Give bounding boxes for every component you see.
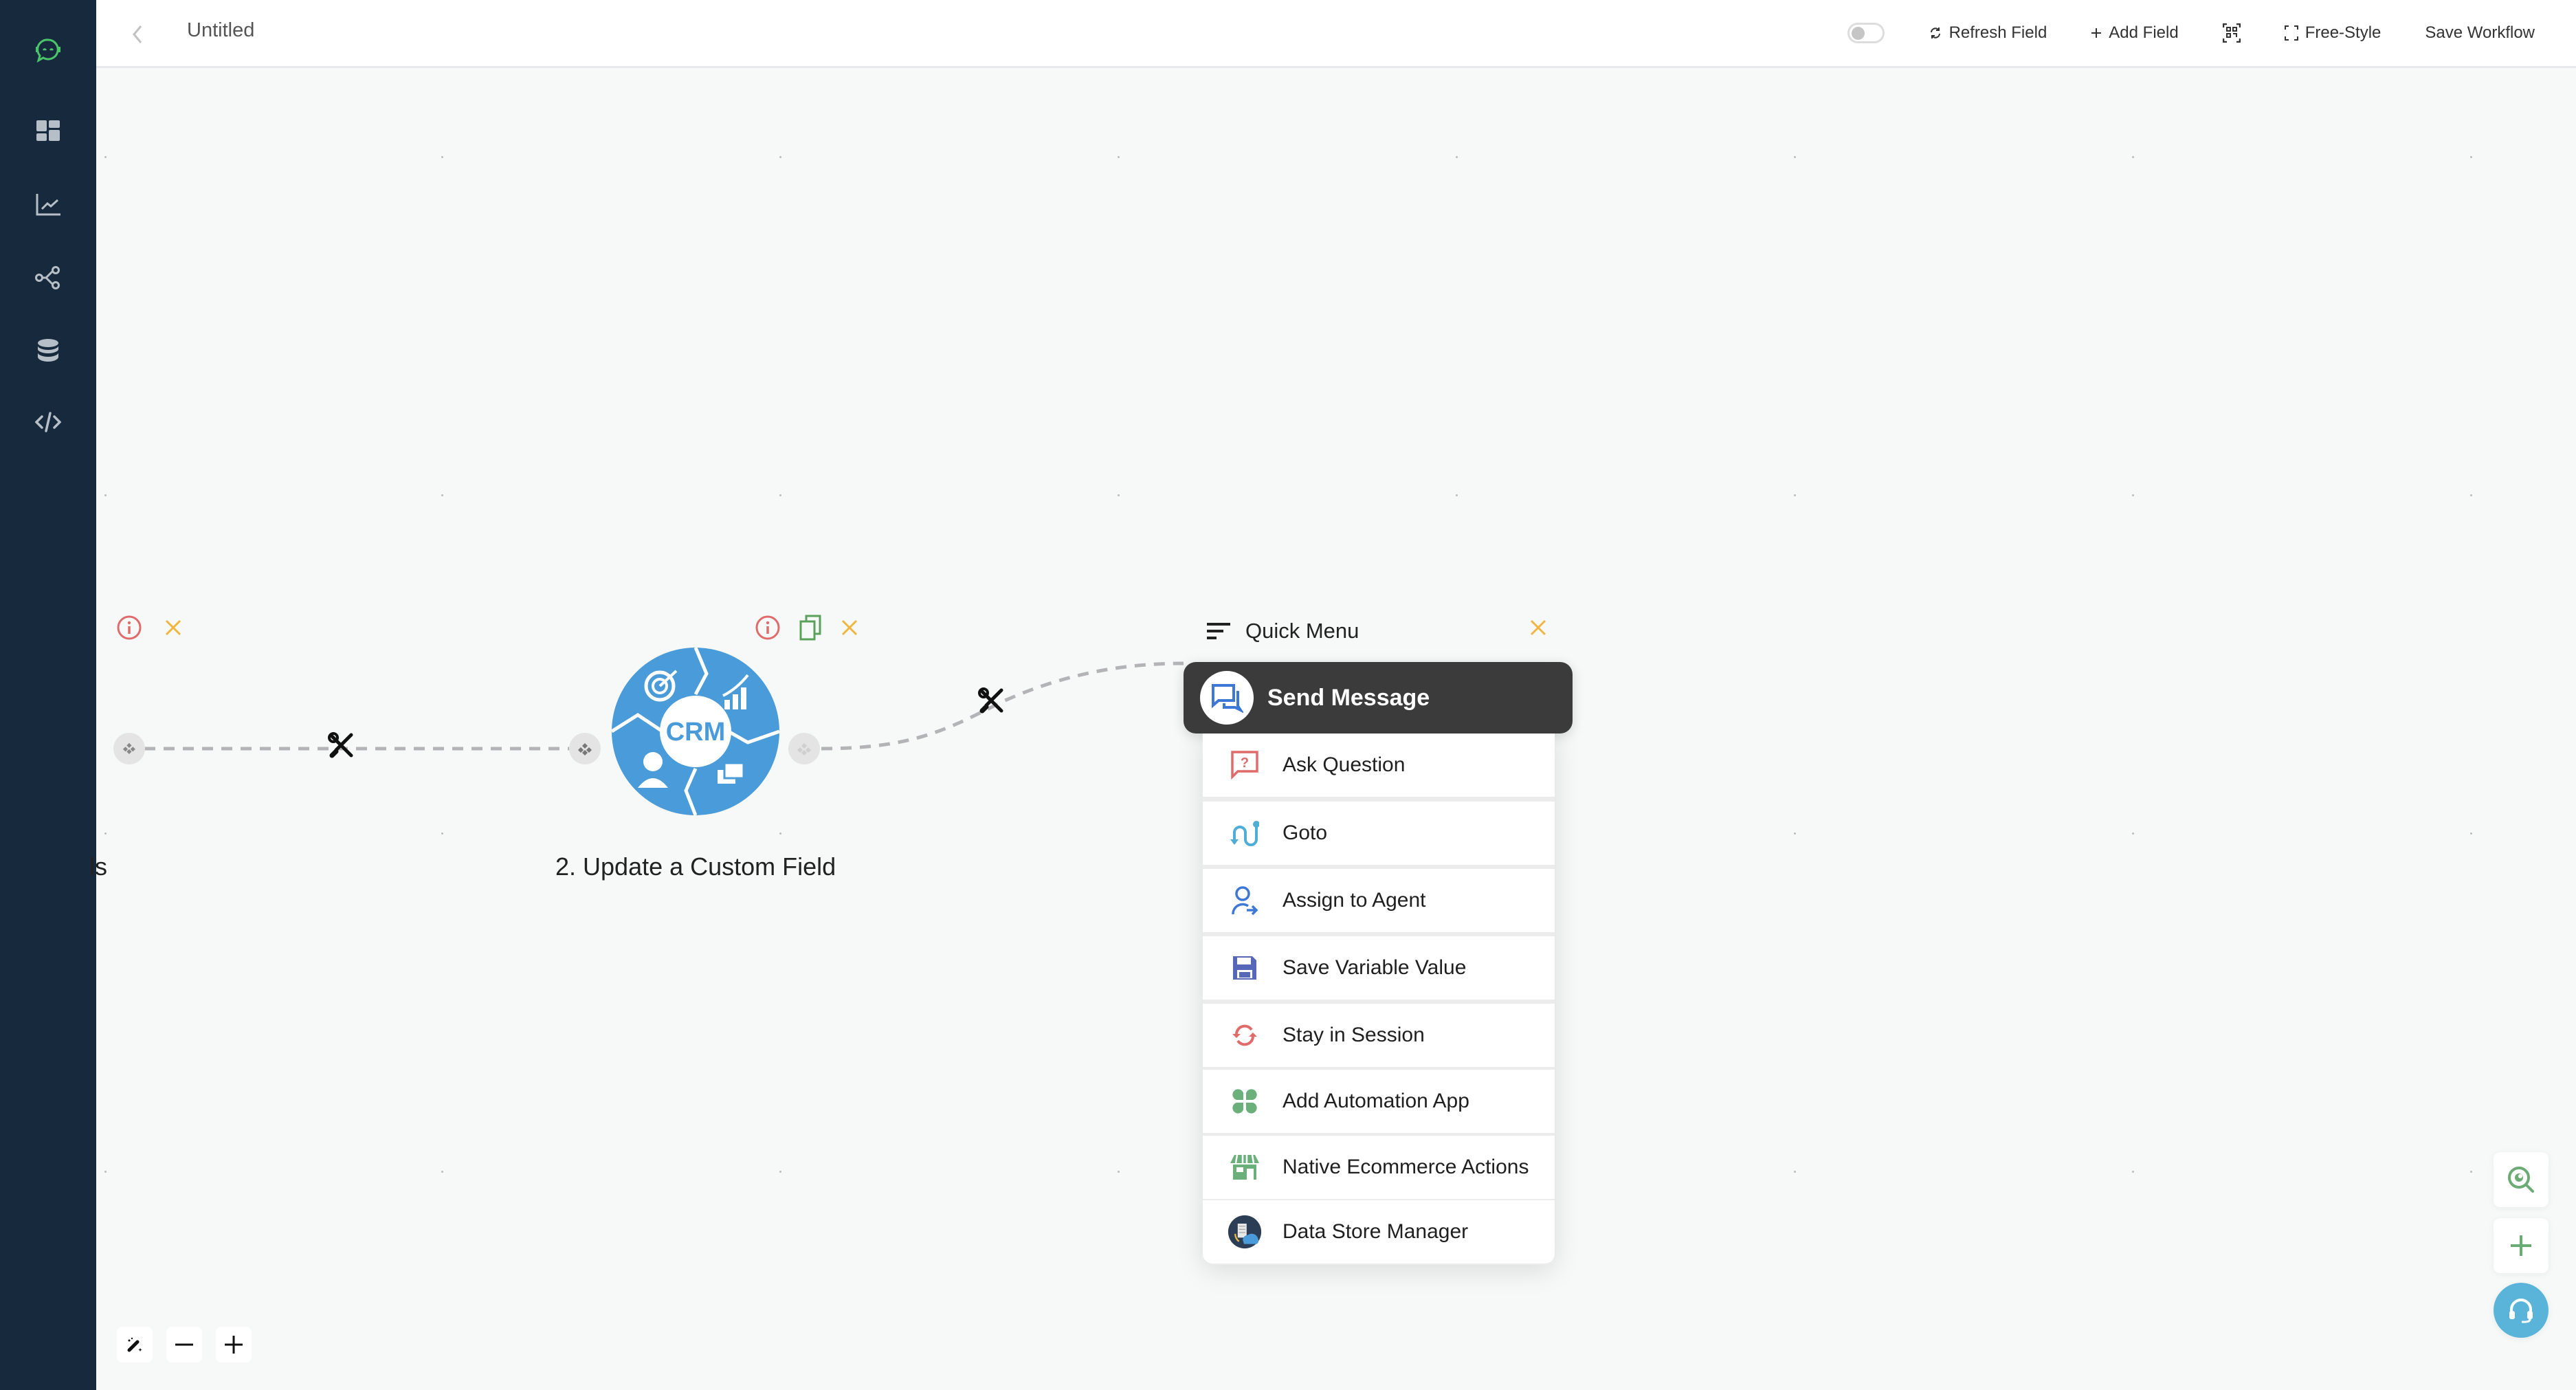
- node-2-copy-button[interactable]: [797, 614, 825, 641]
- quick-menu-item-send-message[interactable]: Send Message: [1184, 662, 1573, 733]
- plus-icon: [225, 1336, 243, 1354]
- info-icon: [117, 615, 142, 640]
- add-node-button[interactable]: [2494, 1218, 2549, 1273]
- quick-menu-close-button[interactable]: [1524, 614, 1552, 641]
- sort-lines-icon: [1207, 623, 1230, 639]
- quick-menu-item-label: Add Automation App: [1283, 1090, 1469, 1112]
- quick-menu-item-label: Native Ecommerce Actions: [1283, 1156, 1529, 1178]
- question-bubble-icon: ?: [1228, 748, 1262, 782]
- minus-icon: [175, 1343, 193, 1346]
- node-1-label[interactable]: ls: [89, 852, 107, 881]
- close-icon: [1530, 619, 1546, 636]
- support-button[interactable]: [2494, 1283, 2549, 1338]
- magic-wand-icon: [127, 1337, 142, 1352]
- zoom-in-button[interactable]: [216, 1327, 252, 1363]
- headset-icon: [2509, 1299, 2533, 1323]
- clover-apps-icon: [1228, 1084, 1262, 1118]
- node-2-info-button[interactable]: [754, 614, 781, 641]
- zoom-out-button[interactable]: [166, 1327, 202, 1363]
- quick-menu-item-label: Assign to Agent: [1283, 889, 1426, 912]
- quick-menu-item-label: Ask Question: [1283, 753, 1406, 776]
- node-2-close-button[interactable]: [836, 614, 863, 641]
- close-icon: [165, 619, 181, 636]
- sync-icon: [1228, 1018, 1262, 1052]
- search-eye-icon: [2508, 1167, 2534, 1193]
- storefront-icon: [1228, 1150, 1262, 1184]
- move-handle-icon: [578, 743, 592, 755]
- send-message-label: Send Message: [1267, 684, 1430, 711]
- tools-icon: [978, 687, 1003, 714]
- node-2-crm-image[interactable]: CRM: [610, 646, 781, 817]
- crm-text: CRM: [666, 718, 726, 747]
- edge-1-settings-button[interactable]: [324, 729, 359, 763]
- quick-menu-item-label: Data Store Manager: [1283, 1220, 1469, 1243]
- close-icon: [841, 619, 858, 636]
- quick-menu-item[interactable]: Data Store Manager: [1203, 1200, 1555, 1264]
- chat-bubbles-icon: [1212, 684, 1243, 714]
- info-icon: [755, 615, 780, 640]
- find-node-button[interactable]: [2494, 1152, 2549, 1207]
- data-store-icon: [1228, 1215, 1262, 1249]
- quick-menu-item[interactable]: Native Ecommerce Actions: [1203, 1136, 1555, 1199]
- quick-menu-item-label: Stay in Session: [1283, 1024, 1425, 1046]
- move-handle-icon: [797, 743, 811, 755]
- quick-menu-item[interactable]: Stay in Session: [1203, 1004, 1555, 1067]
- quick-menu-header: Quick Menu: [1207, 619, 1359, 643]
- svg-text:?: ?: [1241, 755, 1249, 771]
- node-2-input-port[interactable]: [569, 733, 601, 764]
- assign-agent-icon: [1228, 883, 1262, 918]
- quick-menu-item[interactable]: Save Variable Value: [1203, 936, 1555, 1000]
- floppy-disk-icon: [1228, 951, 1262, 985]
- node-2-label[interactable]: 2. Update a Custom Field: [555, 852, 836, 881]
- quick-menu-item[interactable]: ? Ask Question: [1203, 733, 1555, 797]
- send-message-icon-wrap: [1200, 671, 1254, 725]
- plus-icon: [2511, 1235, 2531, 1256]
- quick-menu-item[interactable]: Assign to Agent: [1203, 869, 1555, 932]
- quick-menu-item[interactable]: Add Automation App: [1203, 1070, 1555, 1133]
- tools-icon: [328, 732, 353, 758]
- node-1-info-button[interactable]: [115, 614, 143, 641]
- node-1-close-button[interactable]: [159, 614, 187, 641]
- quick-menu-item-label: Goto: [1283, 821, 1328, 844]
- node-2-output-port[interactable]: [788, 733, 820, 764]
- move-handle-icon: [122, 742, 135, 754]
- copy-icon: [799, 615, 821, 641]
- quick-menu-item[interactable]: Goto: [1203, 802, 1555, 865]
- edge-2-settings-button[interactable]: [975, 684, 1009, 718]
- goto-path-icon: [1228, 816, 1262, 850]
- node-1-output-port[interactable]: [113, 733, 145, 764]
- quick-menu-item-label: Save Variable Value: [1283, 956, 1467, 979]
- auto-arrange-button[interactable]: [117, 1327, 153, 1363]
- quick-menu-title: Quick Menu: [1245, 619, 1359, 643]
